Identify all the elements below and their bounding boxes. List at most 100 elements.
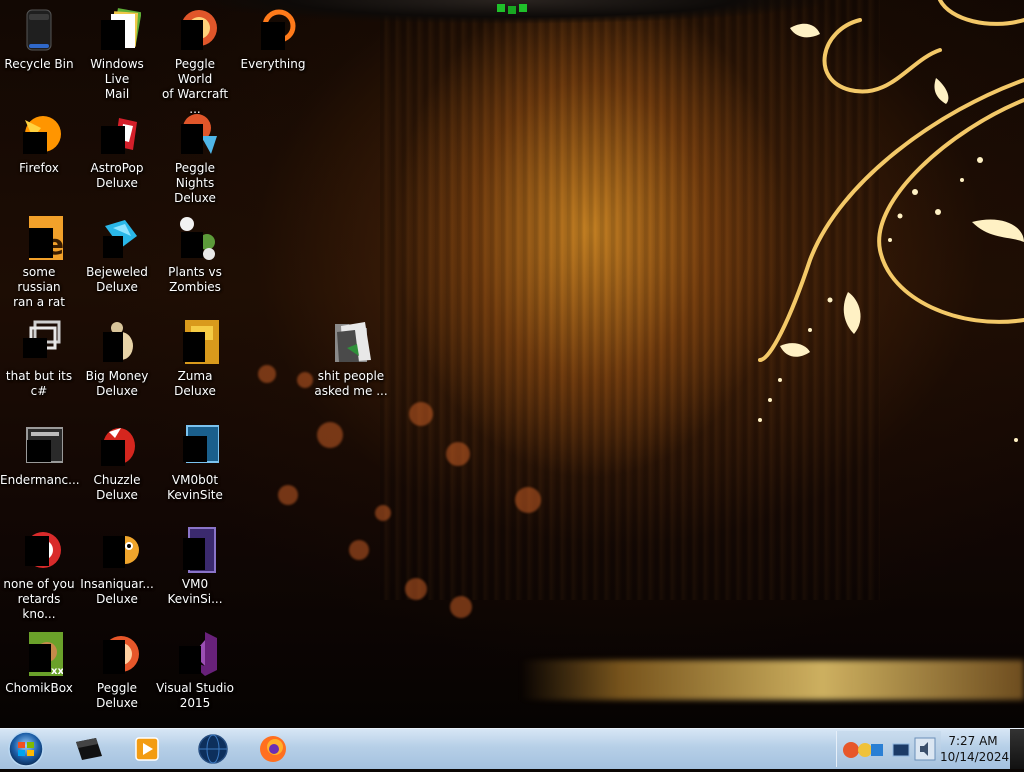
recycle-bin-icon <box>15 6 63 54</box>
media-player-taskbar-icon[interactable] <box>130 732 164 766</box>
endermanch-icon <box>15 422 64 470</box>
bokeh-light <box>450 596 472 618</box>
vm0-kevinsite-icon <box>171 526 219 574</box>
clock-time: 7:27 AM <box>948 734 998 748</box>
desktop-icon-label: some russian ran a rat <box>13 265 65 309</box>
desktop-icon-label: ChomikBox <box>5 681 73 695</box>
visual-studio-icon <box>171 630 219 678</box>
bokeh-light <box>349 540 369 560</box>
big-money-icon <box>93 318 141 366</box>
windows-live-mail-icon <box>93 6 142 54</box>
golden-swirl-decoration <box>758 0 1024 442</box>
peggle-nights-icon <box>171 110 219 158</box>
bokeh-light <box>405 578 427 600</box>
network-tray-icon[interactable] <box>891 736 911 762</box>
desktop-icon-none-of-you[interactable]: none of you retards kno... <box>0 526 78 622</box>
games-tray-icon[interactable] <box>841 736 887 762</box>
desktop-icon-label: Peggle Deluxe <box>96 681 138 710</box>
desktop-icon-everything[interactable]: Everything <box>234 6 312 72</box>
desktop-icon-label: Peggle World of Warcraft ... <box>161 57 229 116</box>
desktop-icon-label: Plants vs Zombies <box>168 265 222 294</box>
desktop-icon-label: Big Money Deluxe <box>85 369 149 398</box>
desktop-icon-label: VM0 KevinSi... <box>167 577 223 606</box>
wallpaper-light-band <box>520 660 1024 700</box>
bokeh-light <box>297 372 313 388</box>
desktop-icon-label: Zuma Deluxe <box>174 369 216 398</box>
desktop-icon-chuzzle[interactable]: Chuzzle Deluxe <box>78 422 156 503</box>
terminal-taskbar-icon[interactable] <box>72 732 106 766</box>
bokeh-light <box>515 487 541 513</box>
desktop-icon-peggle-nights[interactable]: Peggle Nights Deluxe <box>156 110 234 206</box>
desktop-icon-vm0-kevinsite[interactable]: VM0 KevinSi... <box>156 526 234 607</box>
start-button[interactable] <box>4 730 48 768</box>
desktop-icon-label: Windows Live Mail <box>90 57 144 101</box>
chuzzle-icon <box>93 422 141 470</box>
desktop-icon-visual-studio[interactable]: Visual Studio 2015 <box>156 630 234 711</box>
desktop-icon-label: Recycle Bin <box>4 57 74 71</box>
desktop-icon-folder[interactable]: shit people asked me ... <box>312 318 390 399</box>
desktop-icon-insaniquarium[interactable]: Insaniquar... Deluxe <box>78 526 156 607</box>
desktop-icon-zuma[interactable]: Zuma Deluxe <box>156 318 234 399</box>
folder-icon <box>327 318 375 366</box>
chomikbox-icon: xx <box>15 630 65 678</box>
desktop-icon-label: Chuzzle Deluxe <box>93 473 141 502</box>
bokeh-light <box>375 505 391 521</box>
insaniquarium-icon <box>93 526 141 574</box>
desktop-icon-astropop[interactable]: AstroPop Deluxe <box>78 110 156 191</box>
bejeweled-icon <box>93 214 141 262</box>
desktop-icon-vm0b0t-kevinsite[interactable]: VM0b0t KevinSite <box>156 422 234 503</box>
some-russian-icon: e <box>15 214 64 262</box>
that-but-its-csharp-icon <box>15 318 63 366</box>
desktop-icon-label: AstroPop Deluxe <box>90 161 144 190</box>
peggle-wow-icon <box>171 6 219 54</box>
green-notch-decoration <box>497 4 527 14</box>
bokeh-light <box>278 485 298 505</box>
peggle-deluxe-icon <box>93 630 141 678</box>
desktop-icon-label: Everything <box>240 57 306 71</box>
desktop-icon-label: Firefox <box>19 161 59 175</box>
bokeh-light <box>258 365 276 383</box>
desktop-icon-some-russian[interactable]: e some russian ran a rat <box>0 214 78 310</box>
desktop-icon-bejeweled[interactable]: Bejeweled Deluxe <box>78 214 156 295</box>
taskbar: 7:27 AM 10/14/2024 <box>0 728 1024 769</box>
desktop-icon-label: Endermanc... <box>0 473 80 487</box>
bokeh-light <box>409 402 433 426</box>
volume-tray-icon[interactable] <box>913 736 937 762</box>
svg-text:xx: xx <box>51 666 63 677</box>
desktop-icon-plants-vs-zombies[interactable]: Plants vs Zombies <box>156 214 234 295</box>
desktop-icon-label: Bejeweled Deluxe <box>86 265 148 294</box>
show-desktop-button[interactable] <box>1010 729 1024 769</box>
desktop-icon-label: shit people asked me ... <box>314 369 388 398</box>
astropop-icon <box>93 110 141 158</box>
desktop-icon-recycle-bin[interactable]: Recycle Bin <box>0 6 78 72</box>
desktop-icon-that-but-its-csharp[interactable]: that but its c# <box>0 318 78 399</box>
none-of-you-icon <box>15 526 63 574</box>
firefox-icon <box>15 110 63 158</box>
desktop-icon-chomikbox[interactable]: xx ChomikBox <box>0 630 78 696</box>
desktop-icon-label: Peggle Nights Deluxe <box>174 161 216 205</box>
everything-icon <box>249 6 297 54</box>
desktop-icon-label: Visual Studio 2015 <box>156 681 234 710</box>
desktop-icon-label: that but its c# <box>5 369 73 398</box>
globe-taskbar-icon[interactable] <box>196 732 230 766</box>
desktop[interactable]: Recycle Bin Firefox e some russian ran a… <box>0 0 1024 728</box>
desktop-icon-peggle-deluxe[interactable]: Peggle Deluxe <box>78 630 156 711</box>
desktop-icon-peggle-wow[interactable]: Peggle World of Warcraft ... <box>156 6 234 117</box>
plants-vs-zombies-icon <box>171 214 219 262</box>
desktop-icon-endermanch[interactable]: Endermanc... <box>0 422 80 488</box>
clock-date: 10/14/2024 <box>940 750 1010 764</box>
desktop-icon-label: Insaniquar... Deluxe <box>80 577 154 606</box>
desktop-icon-firefox[interactable]: Firefox <box>0 110 78 176</box>
vm0b0t-kevinsite-icon <box>171 422 220 470</box>
bokeh-light <box>446 442 470 466</box>
firefox-taskbar-icon[interactable] <box>256 732 290 766</box>
clock[interactable]: 7:27 AM 10/14/2024 <box>940 733 1010 765</box>
windows-orb-icon <box>8 731 44 767</box>
desktop-icon-label: none of you retards kno... <box>3 577 75 621</box>
desktop-icon-big-money[interactable]: Big Money Deluxe <box>78 318 156 399</box>
system-tray <box>836 731 941 767</box>
desktop-icon-label: VM0b0t KevinSite <box>167 473 223 502</box>
bokeh-light <box>317 422 343 448</box>
zuma-icon <box>171 318 219 366</box>
desktop-icon-windows-live-mail[interactable]: Windows Live Mail <box>78 6 156 102</box>
